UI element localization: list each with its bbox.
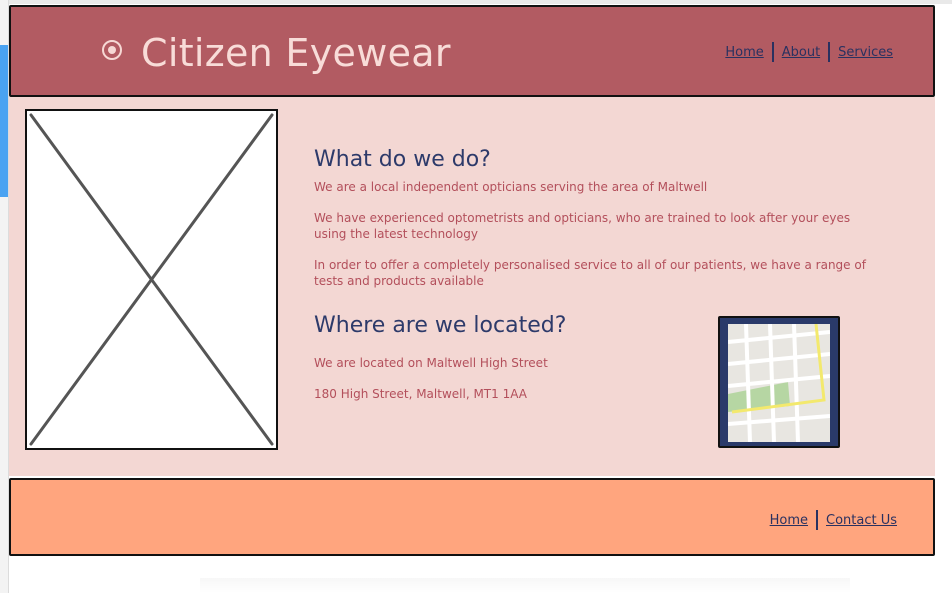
footer-link-contact[interactable]: Contact Us bbox=[826, 513, 897, 528]
target-icon bbox=[102, 40, 122, 60]
page-shadow bbox=[200, 578, 850, 593]
browser-top-edge bbox=[8, 0, 952, 4]
where-heading: Where are we located? bbox=[314, 313, 567, 338]
what-paragraph: We are a local independent opticians ser… bbox=[314, 180, 708, 194]
map-icon[interactable] bbox=[718, 316, 840, 448]
what-paragraph: In order to offer a completely personali… bbox=[314, 258, 866, 288]
nav-divider bbox=[816, 510, 818, 530]
browser-side-accent bbox=[0, 45, 8, 197]
image-placeholder-icon bbox=[25, 109, 278, 450]
nav-divider bbox=[771, 42, 774, 62]
nav-divider bbox=[828, 42, 831, 62]
nav-link-services[interactable]: Services bbox=[838, 45, 893, 60]
footer-nav: Home Contact Us bbox=[770, 510, 897, 530]
site-footer: Home Contact Us bbox=[9, 478, 935, 556]
header-nav: Home About Services bbox=[725, 42, 893, 62]
nav-link-about[interactable]: About bbox=[782, 45, 820, 60]
what-heading: What do we do? bbox=[314, 147, 491, 172]
site-title: Citizen Eyewear bbox=[141, 31, 451, 75]
main-content: What do we do? We are a local independen… bbox=[9, 97, 935, 476]
what-paragraph: We have experienced optometrists and opt… bbox=[314, 211, 851, 241]
nav-link-home[interactable]: Home bbox=[725, 45, 763, 60]
footer-link-home[interactable]: Home bbox=[770, 513, 808, 528]
site-header: Citizen Eyewear Home About Services bbox=[9, 5, 935, 97]
